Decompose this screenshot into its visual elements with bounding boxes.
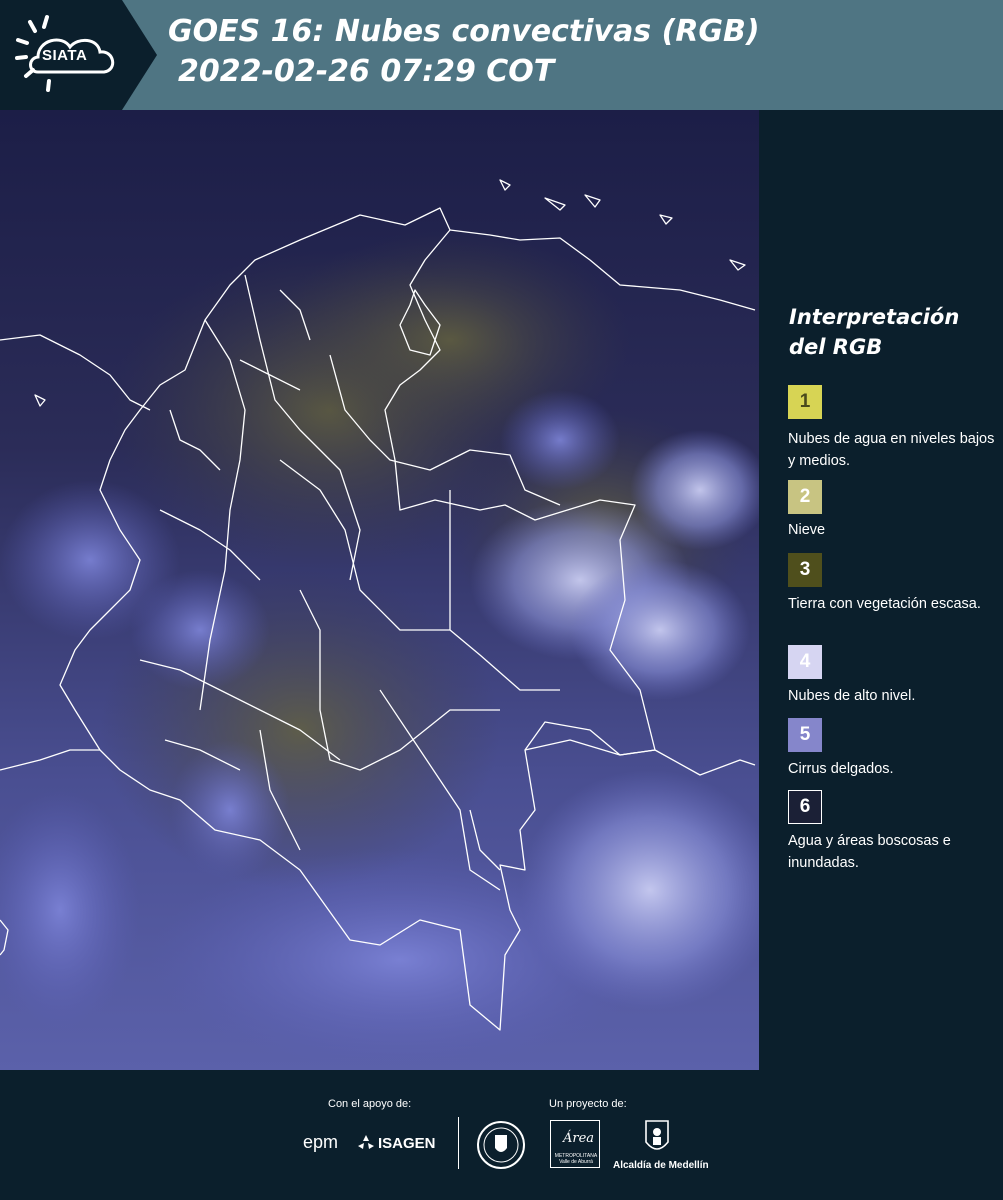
footer-divider bbox=[458, 1117, 459, 1169]
legend-swatch-5: 5 bbox=[788, 718, 822, 752]
legend-swatch-4: 4 bbox=[788, 645, 822, 679]
legend-number-5: 5 bbox=[799, 724, 811, 745]
header-bar: SIATA GOES 16: Nubes convectivas (RGB) 2… bbox=[0, 0, 1003, 110]
legend-number-6: 6 bbox=[799, 796, 811, 817]
legend-number-1: 1 bbox=[799, 391, 811, 412]
legend-swatch-3: 3 bbox=[788, 553, 822, 587]
isagen-logo[interactable]: ISAGEN bbox=[357, 1134, 436, 1152]
legend-number-2: 2 bbox=[799, 486, 811, 507]
legend-number-3: 3 bbox=[799, 559, 811, 580]
legend-label-2: Nieve bbox=[788, 522, 826, 538]
legend-label-1: Nubes de agua en niveles bajos y medios. bbox=[788, 431, 995, 469]
satellite-map[interactable] bbox=[0, 110, 759, 1070]
legend-title: Interpretación del RGB bbox=[789, 305, 960, 359]
legend-swatch-2: 2 bbox=[788, 480, 822, 514]
siata-logo-text: SIATA bbox=[42, 47, 88, 64]
legend-number-4: 4 bbox=[799, 651, 811, 672]
alcaldia-caption: Alcaldía de Medellín bbox=[613, 1160, 709, 1171]
satellite-image bbox=[0, 110, 759, 1070]
legend-panel: Interpretación del RGB 1 Nubes de agua e… bbox=[760, 110, 1003, 1070]
medellin-seal-icon[interactable] bbox=[476, 1120, 526, 1170]
area-logo-subtext: METROPOLITANA Valle de Aburrá bbox=[554, 1153, 598, 1165]
area-metropolitana-logo[interactable]: Área METROPOLITANA Valle de Aburrá bbox=[550, 1120, 600, 1168]
project-caption: Un proyecto de: bbox=[549, 1098, 627, 1110]
footer: Con el apoyo de: Un proyecto de: epm ISA… bbox=[0, 1070, 1003, 1200]
area-logo-text: Área bbox=[563, 1131, 595, 1146]
isagen-label: ISAGEN bbox=[378, 1134, 436, 1152]
page-title: GOES 16: Nubes convectivas (RGB) bbox=[168, 14, 760, 49]
legend-swatch-6: 6 bbox=[788, 790, 822, 824]
epm-logo[interactable]: epm bbox=[303, 1132, 338, 1153]
legend-label-5: Cirrus delgados. bbox=[788, 761, 894, 777]
legend-label-6: Agua y áreas boscosas e inundadas. bbox=[788, 833, 951, 871]
legend-label-3: Tierra con vegetación escasa. bbox=[788, 596, 981, 612]
support-caption: Con el apoyo de: bbox=[328, 1098, 412, 1110]
isagen-icon bbox=[358, 1135, 374, 1149]
legend-label-4: Nubes de alto nivel. bbox=[788, 688, 916, 704]
legend-swatch-1: 1 bbox=[788, 385, 822, 419]
alcaldia-shield-icon[interactable] bbox=[642, 1118, 672, 1158]
page-timestamp: 2022-02-26 07:29 COT bbox=[178, 54, 555, 89]
